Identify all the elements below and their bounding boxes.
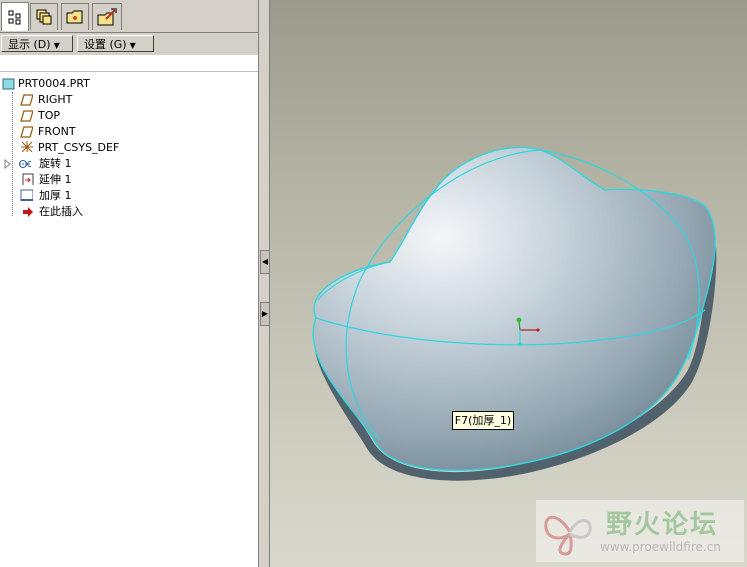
extend-icon xyxy=(22,173,34,185)
tree-item-label: 加厚 1 xyxy=(39,189,72,202)
datum-plane-icon xyxy=(20,94,33,106)
tree-item-right[interactable]: RIGHT xyxy=(20,92,220,108)
tree-item-label: 延伸 1 xyxy=(39,173,72,186)
tree-toolbar: 显示 (D) ▼ 设置 (G) ▼ xyxy=(0,33,258,55)
tree-item-label: 旋转 1 xyxy=(39,157,72,170)
watermark-url: www.proewildfire.cn xyxy=(600,540,721,554)
tree-item-top[interactable]: TOP xyxy=(20,108,220,124)
model-tree-icon xyxy=(8,10,21,25)
folder-icon xyxy=(66,10,83,24)
thicken-icon xyxy=(20,189,33,201)
navigator-tab-bar xyxy=(0,0,258,33)
tab-layers[interactable] xyxy=(30,3,58,30)
tree-item-label: FRONT xyxy=(38,125,76,138)
tree-item-label: RIGHT xyxy=(38,93,73,106)
chevron-down-icon: ▼ xyxy=(129,41,136,50)
forum-watermark: 野火论坛 www.proewildfire.cn xyxy=(536,500,744,562)
settings-label: 设置 (G) xyxy=(84,38,127,51)
tree-item-csys[interactable]: PRT_CSYS_DEF xyxy=(20,140,220,156)
display-label: 显示 (D) xyxy=(8,38,51,51)
expand-arrow-icon[interactable] xyxy=(4,159,17,171)
tab-folder-browser[interactable] xyxy=(61,3,89,30)
butterfly-logo-icon xyxy=(544,515,592,556)
tree-item-label: PRT0004.PRT xyxy=(18,77,90,90)
model-3d-view[interactable] xyxy=(270,0,747,567)
panel-splitter[interactable]: ◀ ▶ xyxy=(258,0,270,567)
datum-plane-icon xyxy=(20,110,33,122)
tree-item-label: TOP xyxy=(38,109,61,122)
coordinate-system-icon xyxy=(21,141,33,152)
datum-plane-icon xyxy=(20,126,33,138)
tree-item-label: PRT_CSYS_DEF xyxy=(38,141,120,154)
tree-item-thicken[interactable]: 加厚 1 xyxy=(20,188,220,204)
tree-item-extend[interactable]: 延伸 1 xyxy=(22,172,222,188)
model-tree-panel: 显示 (D) ▼ 设置 (G) ▼ PRT0004.PRT RIGHT TOP FR… xyxy=(0,0,258,567)
settings-dropdown[interactable]: 设置 (G) ▼ xyxy=(77,35,154,52)
chevron-down-icon: ▼ xyxy=(53,41,60,50)
feature-tooltip: F7(加厚_1) xyxy=(452,411,514,430)
thickened-surface xyxy=(312,146,716,471)
layers-icon xyxy=(36,9,52,25)
revolve-icon xyxy=(19,160,31,168)
graphics-viewport[interactable] xyxy=(270,0,747,567)
tree-item-front[interactable]: FRONT xyxy=(20,124,220,140)
tab-tools[interactable] xyxy=(92,3,122,30)
tab-model-tree[interactable] xyxy=(1,2,29,31)
tree-connector-line xyxy=(12,92,13,216)
tree-item-label: 在此插入 xyxy=(39,205,83,218)
collapse-left-arrow-icon[interactable]: ◀ xyxy=(260,250,270,274)
watermark-title: 野火论坛 xyxy=(606,510,719,540)
tree-item-revolve[interactable]: 旋转 1 xyxy=(4,156,214,172)
insert-here-arrow-icon xyxy=(23,207,33,217)
tools-icon xyxy=(97,8,117,26)
display-dropdown[interactable]: 显示 (D) ▼ xyxy=(1,35,73,52)
tree-item-insert-here[interactable]: 在此插入 xyxy=(22,204,222,220)
tree-item-part[interactable]: PRT0004.PRT xyxy=(2,76,202,92)
tree-filter-row xyxy=(0,55,258,72)
expand-right-arrow-icon[interactable]: ▶ xyxy=(260,302,270,326)
part-icon xyxy=(2,78,15,90)
